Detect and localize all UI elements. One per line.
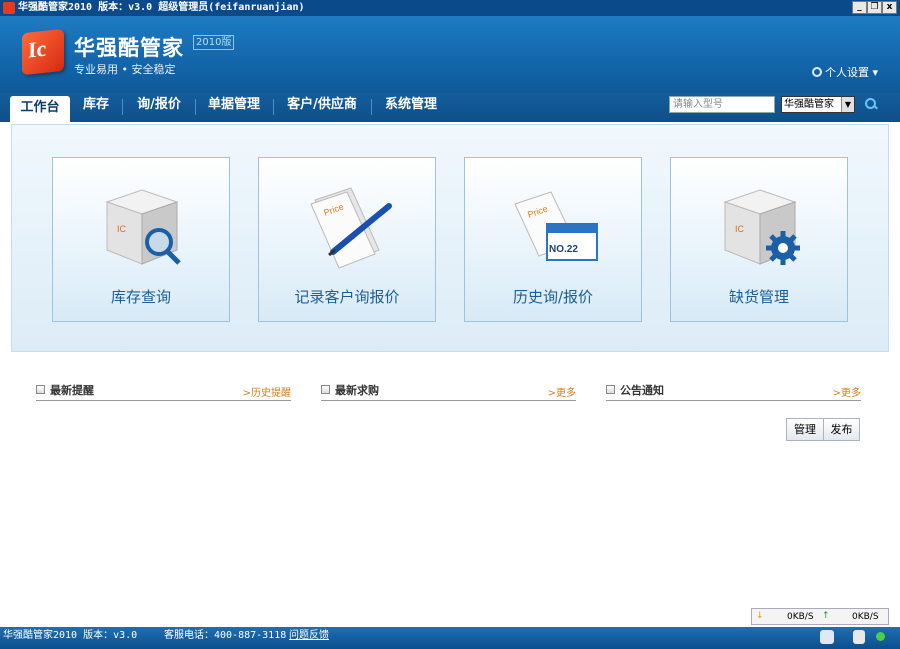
section-checkbox-icon — [36, 385, 45, 394]
tab-divider — [371, 99, 372, 115]
brand-name: 华强酷管家 — [74, 36, 184, 60]
upload-rate: 0KB/S — [852, 612, 879, 622]
personal-settings-menu[interactable]: 个人设置 ▾ — [811, 64, 878, 80]
svg-text:IC: IC — [735, 224, 745, 234]
search-scope-value: 华强酷管家 — [784, 99, 834, 110]
svg-text:IC: IC — [117, 224, 127, 234]
settings-label: 个人设置 ▾ — [824, 66, 878, 79]
tile-label: 库存查询 — [110, 288, 171, 306]
tile-label: 缺货管理 — [728, 288, 789, 306]
app-icon — [3, 2, 15, 14]
status-bar: 华强酷管家2010 版本：v3.0 客服电话：400-887-3118 问题反馈 — [0, 627, 900, 649]
phone-icon[interactable] — [853, 630, 865, 644]
tab-inventory[interactable]: 库存 — [74, 93, 118, 122]
brand-edition: 2010版 — [193, 35, 235, 50]
section-latest-requests: 最新求购 >更多 — [321, 381, 576, 401]
tile-shortage[interactable]: IC 缺货管理 — [670, 157, 848, 322]
section-checkbox-icon — [606, 385, 615, 394]
status-phone: 客服电话：400-887-3118 — [164, 630, 287, 641]
chevron-down-icon[interactable]: ▼ — [841, 97, 854, 112]
download-rate: 0KB/S — [787, 612, 814, 622]
svg-text:NO.22: NO.22 — [549, 244, 578, 255]
tile-inventory-query[interactable]: IC 库存查询 — [52, 157, 230, 322]
tab-divider — [122, 99, 123, 115]
section-title: 公告通知 — [620, 384, 664, 397]
search-input[interactable]: 请输入型号 — [669, 96, 775, 113]
tab-divider — [273, 99, 274, 115]
tile-record-inquiry[interactable]: Price 记录客户询报价 — [258, 157, 436, 322]
tile-label: 记录客户询报价 — [294, 288, 400, 306]
price-pen-icon: Price — [310, 187, 392, 269]
close-button[interactable]: x — [882, 1, 897, 14]
section-announcements: 公告通知 >更多 — [606, 381, 861, 401]
tab-inquiry-quote[interactable]: 询/报价 — [126, 93, 192, 122]
box-search-icon: IC — [105, 189, 181, 265]
box-gear-icon: IC — [723, 189, 800, 265]
status-app-version: 华强酷管家2010 版本：v3.0 — [3, 630, 138, 641]
tab-documents[interactable]: 单据管理 — [200, 93, 268, 122]
download-arrow-icon: ↓ — [756, 611, 764, 621]
more-requests-link[interactable]: >更多 — [548, 384, 576, 399]
window-titlebar: 华强酷管家2010 版本：v3.0 超级管理员(feifanruanjian) … — [0, 0, 900, 16]
section-title: 最新求购 — [335, 384, 379, 397]
section-checkbox-icon — [321, 385, 330, 394]
brand-slogan: 专业易用 • 安全稳定 — [74, 63, 176, 76]
user-icon[interactable] — [820, 630, 834, 644]
tab-customers-suppliers[interactable]: 客户/供应商 — [278, 93, 366, 122]
app-header: Ic 华强酷管家 2010版 专业易用 • 安全稳定 个人设置 ▾ — [0, 16, 900, 93]
more-announcements-link[interactable]: >更多 — [833, 384, 861, 399]
section-title: 最新提醒 — [50, 384, 94, 397]
history-reminders-link[interactable]: >历史提醒 — [243, 384, 291, 399]
tab-system[interactable]: 系统管理 — [376, 93, 446, 122]
price-calendar-icon: Price NO.22 — [514, 191, 598, 261]
gear-icon — [811, 67, 822, 77]
tab-workbench[interactable]: 工作台 — [10, 96, 70, 122]
section-latest-reminders: 最新提醒 >历史提醒 — [36, 381, 291, 401]
window-title: 华强酷管家2010 版本：v3.0 超级管理员(feifanruanjian) — [18, 2, 305, 13]
online-status-icon — [876, 632, 885, 641]
restore-button[interactable]: ❐ — [867, 1, 882, 14]
search-icon[interactable] — [863, 96, 879, 112]
network-monitor: ↓ 0KB/S ↑ 0KB/S — [751, 608, 889, 625]
tile-label: 历史询/报价 — [512, 288, 594, 306]
manage-button[interactable]: 管理 — [786, 418, 824, 441]
tile-history-inquiry[interactable]: Price NO.22 历史询/报价 — [464, 157, 642, 322]
minimize-button[interactable]: _ — [852, 1, 867, 14]
brand-logo-icon: Ic — [22, 28, 64, 76]
upload-arrow-icon: ↑ — [822, 611, 830, 621]
search-scope-select[interactable]: 华强酷管家 ▼ — [781, 96, 855, 113]
feedback-link[interactable]: 问题反馈 — [289, 627, 329, 645]
publish-button[interactable]: 发布 — [823, 418, 860, 441]
tab-divider — [195, 99, 196, 115]
